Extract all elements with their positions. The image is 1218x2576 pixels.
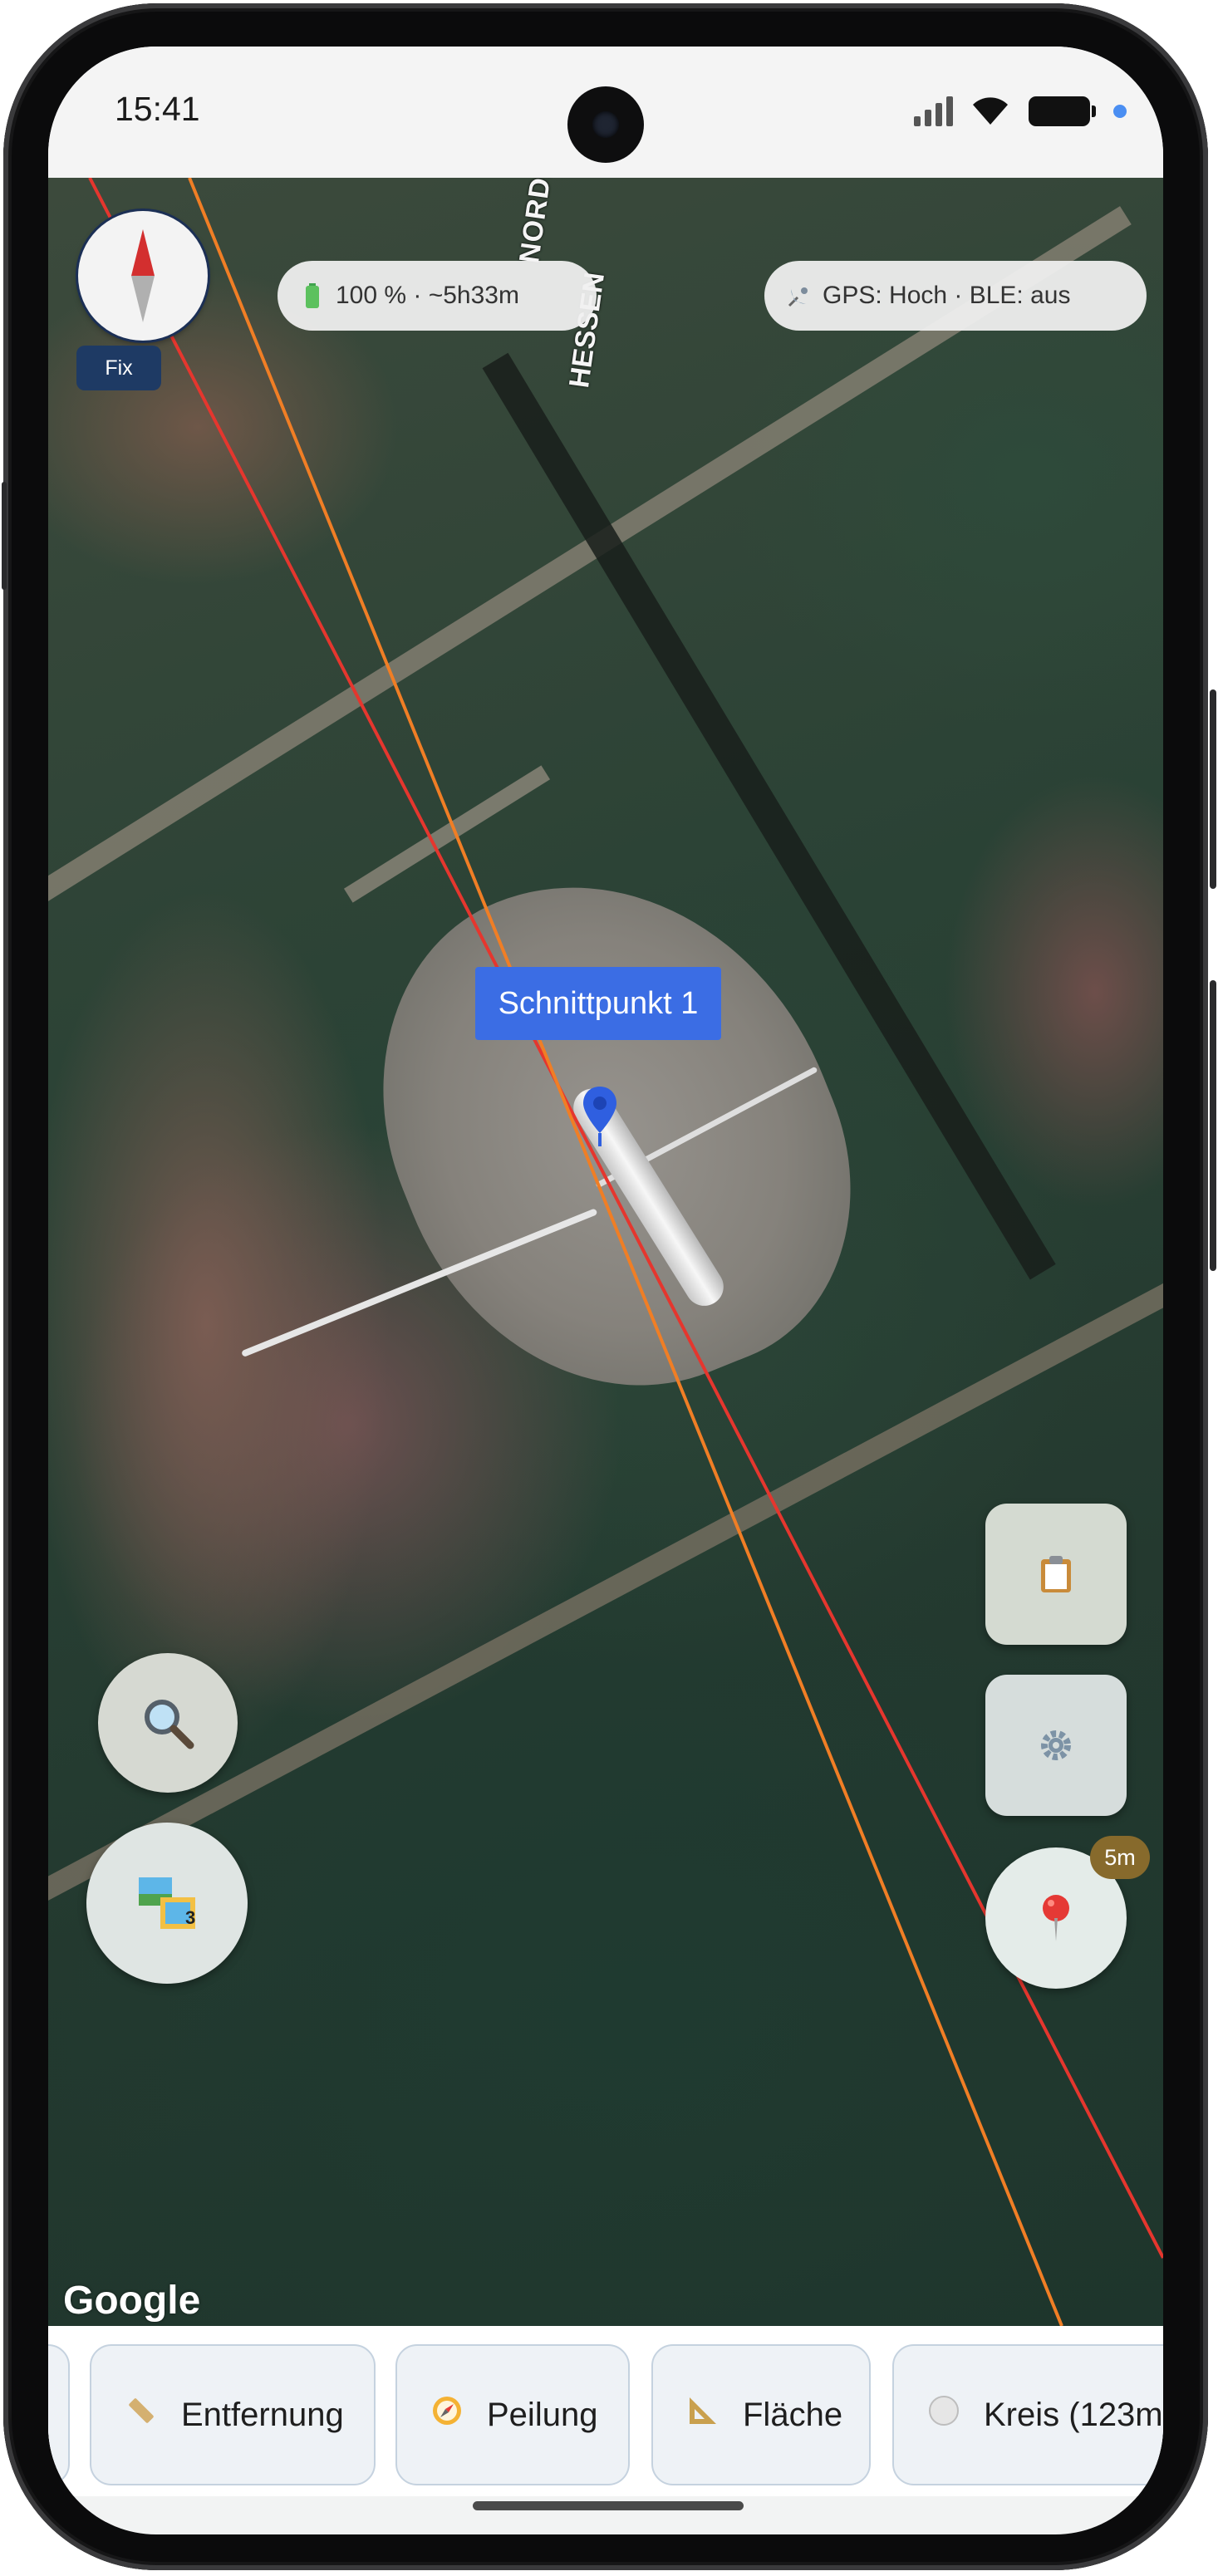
accuracy-badge: 5m bbox=[1090, 1836, 1150, 1879]
tool-circle[interactable]: Kreis (123m) bbox=[892, 2344, 1163, 2485]
battery-icon bbox=[299, 282, 326, 309]
tool-area-label: Fläche bbox=[743, 2396, 843, 2433]
satellite-icon bbox=[786, 282, 813, 309]
bearing-lines bbox=[88, 178, 1163, 2326]
ruler-icon bbox=[121, 2394, 161, 2436]
clipboard-icon bbox=[1041, 1556, 1071, 1592]
search-button[interactable] bbox=[98, 1653, 238, 1793]
gps-pill: GPS: Hoch · BLE: aus bbox=[764, 261, 1147, 331]
battery-status-icon bbox=[1029, 96, 1096, 126]
phone-frame: 15:41 NORDRHEIN-WES HESSEN bbox=[0, 0, 1218, 2576]
triangle-ruler-icon bbox=[683, 2394, 723, 2436]
home-indicator[interactable] bbox=[473, 2501, 744, 2510]
intersection-label[interactable]: Schnittpunkt 1 bbox=[475, 967, 721, 1040]
volume-button bbox=[1210, 980, 1216, 1271]
gear-icon bbox=[1041, 1730, 1071, 1760]
gps-status-text: GPS: Hoch · BLE: aus bbox=[823, 282, 1071, 309]
power-button bbox=[1210, 689, 1216, 889]
tool-bearing[interactable]: Peilung bbox=[395, 2344, 630, 2485]
map-layers-icon: 3 bbox=[139, 1877, 195, 1929]
settings-button[interactable] bbox=[985, 1675, 1127, 1816]
tool-circle-label: Kreis (123m) bbox=[984, 2396, 1163, 2433]
pin-icon bbox=[1043, 1895, 1069, 1941]
tool-bearing-label: Peilung bbox=[487, 2396, 598, 2433]
google-logo: Google bbox=[63, 2279, 201, 2323]
measure-toolbar: Entfernung Peilung Fläche Kreis (123m) bbox=[48, 2326, 1163, 2496]
wifi-icon bbox=[973, 97, 1008, 125]
circle-icon bbox=[924, 2394, 964, 2436]
status-bar: 15:41 bbox=[48, 47, 1163, 178]
svg-text:3: 3 bbox=[185, 1907, 195, 1928]
magnifier-icon bbox=[145, 1700, 194, 1749]
map-pin-icon[interactable] bbox=[580, 1085, 620, 1148]
screen: 15:41 NORDRHEIN-WES HESSEN bbox=[48, 47, 1163, 2534]
front-camera bbox=[567, 86, 644, 163]
notification-dot bbox=[1113, 105, 1127, 118]
tool-area[interactable]: Fläche bbox=[651, 2344, 871, 2485]
fix-button[interactable]: Fix bbox=[76, 346, 161, 390]
compass-button[interactable] bbox=[78, 211, 208, 341]
bearing-line-orange bbox=[188, 178, 1063, 2326]
satellite-map[interactable]: NORDRHEIN-WES HESSEN Fix 100 % · ~5h33m bbox=[48, 178, 1163, 2326]
compass-needle-icon bbox=[427, 2394, 467, 2436]
status-time: 15:41 bbox=[115, 90, 200, 128]
tool-distance-label: Entfernung bbox=[181, 2396, 344, 2433]
map-layers-button[interactable]: 3 bbox=[86, 1823, 248, 1984]
side-button-left bbox=[2, 482, 7, 590]
battery-pill: 100 % · ~5h33m bbox=[277, 261, 597, 331]
toolbar-item-partial[interactable] bbox=[48, 2344, 70, 2485]
compass-icon bbox=[131, 229, 155, 322]
signal-icon bbox=[914, 96, 953, 126]
battery-text: 100 % · ~5h33m bbox=[336, 282, 519, 309]
tool-distance[interactable]: Entfernung bbox=[90, 2344, 376, 2485]
clipboard-button[interactable] bbox=[985, 1504, 1127, 1645]
